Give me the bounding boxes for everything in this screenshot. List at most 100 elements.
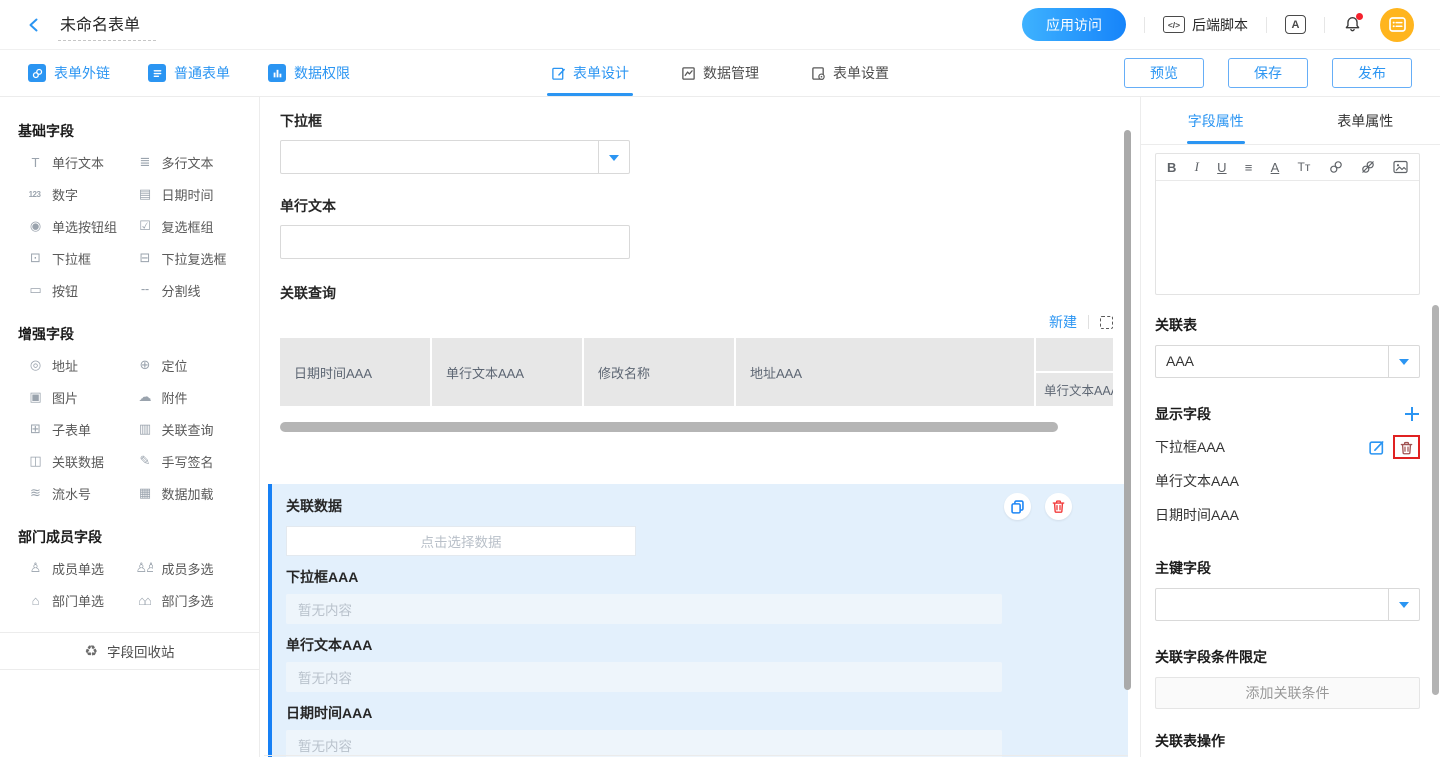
form-title[interactable]: 未命名表单 [58, 8, 156, 41]
field-item-checkbox-group[interactable]: ☑复选框组 [136, 210, 246, 242]
subform-icon: ⊞ [26, 421, 43, 437]
field-item-multi-dropdown[interactable]: ⊟下拉复选框 [136, 242, 246, 274]
add-condition-button[interactable]: 添加关联条件 [1155, 677, 1420, 709]
locate-icon: ⊕ [136, 357, 153, 373]
insert-image-icon[interactable] [1393, 160, 1408, 174]
field-item-related-query[interactable]: ▥关联查询 [136, 413, 246, 445]
data-picker-field[interactable]: 点击选择数据 [286, 526, 636, 556]
canvas-vertical-scrollbar[interactable] [1124, 130, 1131, 690]
unlink-icon[interactable] [1361, 160, 1375, 174]
new-record-link[interactable]: 新建 [1049, 312, 1077, 332]
data-permission-link[interactable]: 数据权限 [268, 63, 350, 83]
recycle-icon: ♻ [85, 642, 98, 660]
related-data-block-selected[interactable]: 关联数据 点击选择数据 下拉框AAA 暂无内容 单行文本AAA 暂无内容 日期时… [268, 484, 1128, 757]
field-item-attachment[interactable]: ☁附件 [136, 381, 246, 413]
field-item-single-line-text[interactable]: T单行文本 [26, 146, 136, 178]
form-toolbar: 表单外链 普通表单 数据权限 表单设计 数据管理 表单设置 [0, 50, 1440, 97]
field-item-radio-group[interactable]: ◉单选按钮组 [26, 210, 136, 242]
field-item-serial-number[interactable]: ≋流水号 [26, 477, 136, 509]
dropdown-icon: ⊡ [26, 250, 43, 266]
dropdown-field[interactable] [280, 140, 630, 174]
tab-data-management[interactable]: 数据管理 [681, 50, 759, 96]
field-item-dept-single[interactable]: ⌂部门单选 [26, 584, 136, 616]
table-horizontal-scrollbar[interactable] [280, 422, 1058, 432]
field-item-button[interactable]: ▭按钮 [26, 274, 136, 306]
annotation-highlight-box [1393, 435, 1420, 459]
related-query-icon: ▥ [136, 421, 153, 437]
add-display-field-icon[interactable] [1404, 406, 1420, 422]
related-query-toolbar: 新建 [280, 312, 1113, 332]
enhanced-fields-grid: ◎地址 ⊕定位 ▣图片 ☁附件 ⊞子表单 ▥关联查询 ◫关联数据 ✎手写签名 ≋… [26, 349, 245, 509]
panel-vertical-scrollbar[interactable] [1432, 305, 1439, 695]
form-external-link-label: 表单外链 [54, 63, 110, 83]
primary-key-select[interactable] [1155, 588, 1420, 621]
table-header-empty-cell [1036, 338, 1113, 371]
trash-icon [1051, 499, 1066, 514]
basic-fields-grid: T单行文本 ≣多行文本 123数字 ▤日期时间 ◉单选按钮组 ☑复选框组 ⊡下拉… [26, 146, 245, 306]
related-data-label: 关联数据 [286, 496, 342, 516]
related-query-table[interactable]: 日期时间AAA 单行文本AAA 修改名称 地址AAA 单行文本AAA [280, 338, 1113, 406]
field-item-member-single[interactable]: ♙成员单选 [26, 552, 136, 584]
divider-icon: ╌ [136, 282, 153, 298]
design-icon [551, 66, 566, 81]
field-recycle-bin[interactable]: ♻ 字段回收站 [0, 632, 259, 670]
preview-button[interactable]: 预览 [1124, 58, 1204, 88]
form-external-link[interactable]: 表单外链 [28, 63, 110, 83]
underline-icon[interactable]: U [1217, 160, 1226, 175]
duplicate-button[interactable] [1004, 493, 1031, 520]
align-icon[interactable]: ≡ [1245, 160, 1253, 175]
chevron-down-icon[interactable] [1388, 589, 1419, 620]
field-sidebar: 基础字段 T单行文本 ≣多行文本 123数字 ▤日期时间 ◉单选按钮组 ☑复选框… [0, 97, 260, 757]
fullscreen-icon[interactable] [1100, 316, 1113, 329]
avatar[interactable] [1380, 8, 1414, 42]
save-button[interactable]: 保存 [1228, 58, 1308, 88]
field-item-member-multi[interactable]: ♙♙成员多选 [136, 552, 246, 584]
table-column-header: 单行文本AAA [1036, 338, 1113, 406]
field-item-multi-line-text[interactable]: ≣多行文本 [136, 146, 246, 178]
back-icon[interactable] [24, 15, 44, 35]
backend-script-label: 后端脚本 [1192, 15, 1248, 35]
bold-icon[interactable]: B [1167, 160, 1176, 175]
app-access-button[interactable]: 应用访问 [1022, 8, 1126, 41]
single-line-text-field[interactable] [280, 225, 630, 259]
properties-panel: 字段属性 表单属性 B I U ≡ A Tт [1140, 97, 1440, 757]
field-item-number[interactable]: 123数字 [26, 178, 136, 210]
field-item-locate[interactable]: ⊕定位 [136, 349, 246, 381]
field-item-divider[interactable]: ╌分割线 [136, 274, 246, 306]
tab-field-properties[interactable]: 字段属性 [1141, 97, 1291, 144]
related-table-select[interactable]: AAA [1155, 345, 1420, 378]
translate-icon[interactable]: A [1285, 15, 1306, 34]
field-item-dropdown[interactable]: ⊡下拉框 [26, 242, 136, 274]
field-item-datetime[interactable]: ▤日期时间 [136, 178, 246, 210]
tab-form-settings[interactable]: 表单设置 [811, 50, 889, 96]
normal-form-link[interactable]: 普通表单 [148, 63, 230, 83]
link-icon[interactable] [1329, 160, 1343, 174]
tab-data-management-label: 数据管理 [703, 63, 759, 83]
chevron-down-icon[interactable] [598, 141, 629, 173]
field-item-related-data[interactable]: ◫关联数据 [26, 445, 136, 477]
italic-icon[interactable]: I [1195, 159, 1199, 175]
publish-button[interactable]: 发布 [1332, 58, 1412, 88]
font-size-icon[interactable]: Tт [1297, 160, 1310, 174]
edit-field-button[interactable] [1368, 439, 1385, 456]
bar-chart-icon [268, 64, 286, 82]
field-item-address[interactable]: ◎地址 [26, 349, 136, 381]
divider [1144, 17, 1145, 33]
field-recycle-bin-label: 字段回收站 [107, 641, 175, 661]
field-item-dept-multi[interactable]: ⌂⌂部门多选 [136, 584, 246, 616]
tab-form-design[interactable]: 表单设计 [551, 50, 629, 96]
field-item-signature[interactable]: ✎手写签名 [136, 445, 246, 477]
field-item-subform[interactable]: ⊞子表单 [26, 413, 136, 445]
delete-button[interactable] [1045, 493, 1072, 520]
table-column-header: 日期时间AAA [280, 338, 430, 406]
link-icon [28, 64, 46, 82]
backend-script-button[interactable]: </> 后端脚本 [1163, 15, 1248, 35]
tab-form-properties[interactable]: 表单属性 [1291, 97, 1440, 144]
delete-field-button[interactable] [1399, 440, 1414, 456]
field-item-image[interactable]: ▣图片 [26, 381, 136, 413]
rich-text-editor[interactable]: B I U ≡ A Tт [1155, 153, 1420, 295]
chevron-down-icon[interactable] [1388, 346, 1419, 377]
font-color-icon[interactable]: A [1271, 160, 1280, 175]
notification-bell-icon[interactable] [1343, 15, 1362, 34]
field-item-data-load[interactable]: ▦数据加载 [136, 477, 246, 509]
